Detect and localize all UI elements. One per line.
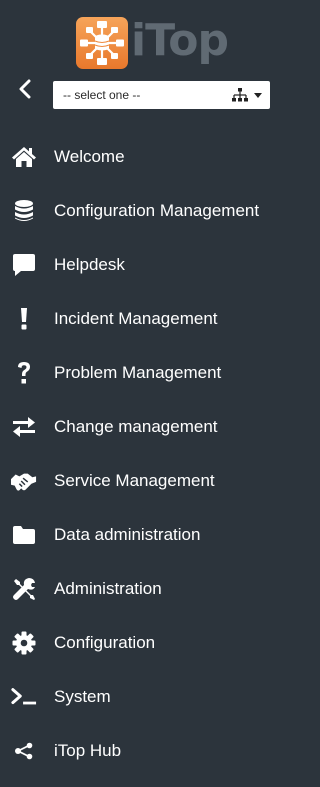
menu-item-helpdesk[interactable]: Helpdesk (0, 238, 301, 292)
chevron-left-icon (19, 79, 31, 99)
share-icon (11, 738, 37, 764)
menu-item-label: Configuration Management (54, 201, 260, 220)
menu-item-configuration[interactable]: Configuration (0, 616, 301, 670)
menu-item-administration[interactable]: Administration (0, 562, 301, 616)
menu-item-label: iTop Hub (54, 741, 122, 760)
home-icon (11, 144, 37, 170)
menu-item-label: Service Management (54, 471, 215, 490)
organization-select[interactable]: -- select one -- (53, 81, 270, 109)
menu-item-welcome[interactable]: Welcome (0, 130, 301, 184)
menu-item-problem-management[interactable]: Problem Management (0, 346, 301, 400)
database-icon (11, 198, 37, 224)
menu-item-label: Helpdesk (54, 255, 125, 274)
hierarchy-icon[interactable] (232, 88, 248, 102)
menu-item-label: Administration (54, 579, 162, 598)
menu-item-configuration-management[interactable]: Configuration Management (0, 184, 301, 238)
exclamation-icon (11, 306, 37, 332)
menu-item-data-administration[interactable]: Data administration (0, 508, 301, 562)
handshake-icon (11, 468, 37, 494)
menu-item-label: Data administration (54, 525, 201, 544)
menu-item-system[interactable]: System (0, 670, 301, 724)
itop-logo[interactable]: iTop (76, 15, 229, 73)
speech-bubble-icon (11, 252, 37, 278)
terminal-icon (11, 684, 37, 710)
menu-item-label: Incident Management (54, 309, 218, 328)
menu-item-itop-hub[interactable]: iTop Hub (0, 724, 301, 778)
main-navigation-menu: Welcome Configuration Management Helpdes… (0, 130, 301, 778)
menu-item-label: System (54, 687, 111, 706)
tools-icon (11, 576, 37, 602)
menu-item-label: Change management (54, 417, 218, 436)
chevron-down-icon (254, 92, 262, 98)
menu-item-label: Welcome (54, 147, 125, 166)
itop-logo-icon (76, 17, 128, 69)
menu-item-label: Configuration (54, 633, 156, 652)
collapse-sidebar-button[interactable] (12, 76, 38, 102)
question-icon (11, 360, 37, 386)
itop-logo-text: iTop (131, 15, 229, 66)
menu-item-change-management[interactable]: Change management (0, 400, 301, 454)
folder-icon (11, 522, 37, 548)
exchange-arrows-icon (11, 414, 37, 440)
menu-item-incident-management[interactable]: Incident Management (0, 292, 301, 346)
gear-icon (11, 630, 37, 656)
organization-select-value: -- select one -- (63, 88, 141, 102)
menu-item-service-management[interactable]: Service Management (0, 454, 301, 508)
menu-item-label: Problem Management (54, 363, 222, 382)
